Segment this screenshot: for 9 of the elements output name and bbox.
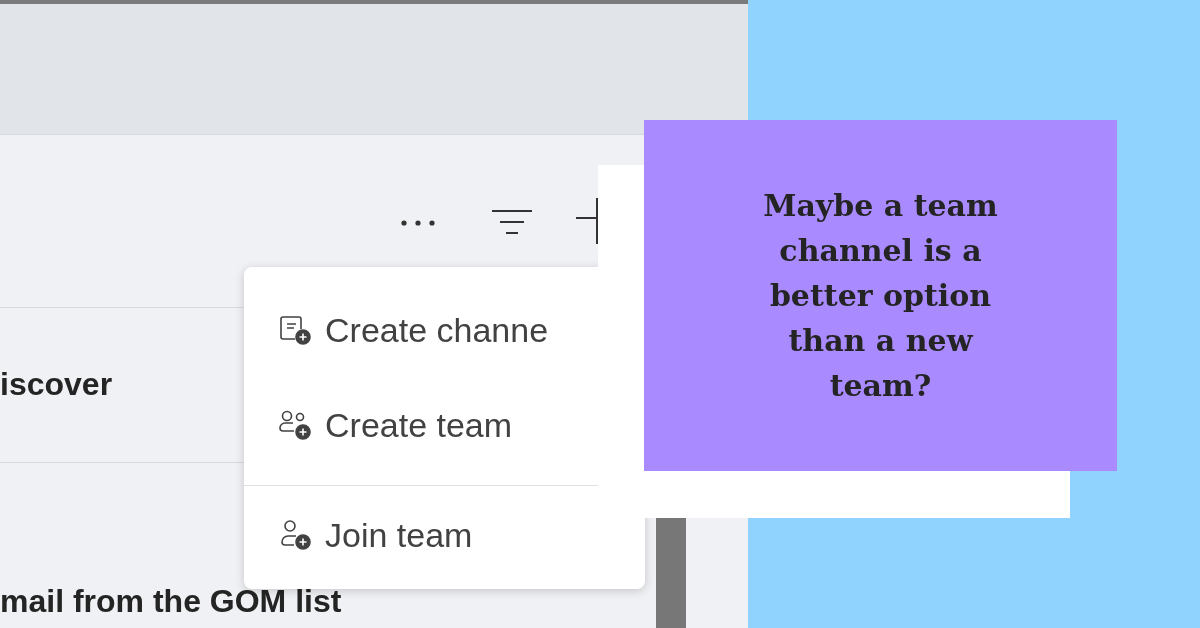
team-add-icon [277,408,311,442]
menu-item[interactable]: Create team [277,396,513,454]
callout-text: Maybe a team channel is a better option than a new team? [763,187,998,405]
team-title: mail from the GOM list [0,582,342,621]
menu-item[interactable]: Create channe [277,301,549,359]
channel-add-icon [277,313,311,347]
add-icon[interactable] [574,196,598,246]
team-title: iscover [0,365,113,404]
menu-item[interactable]: Join team [277,506,473,564]
